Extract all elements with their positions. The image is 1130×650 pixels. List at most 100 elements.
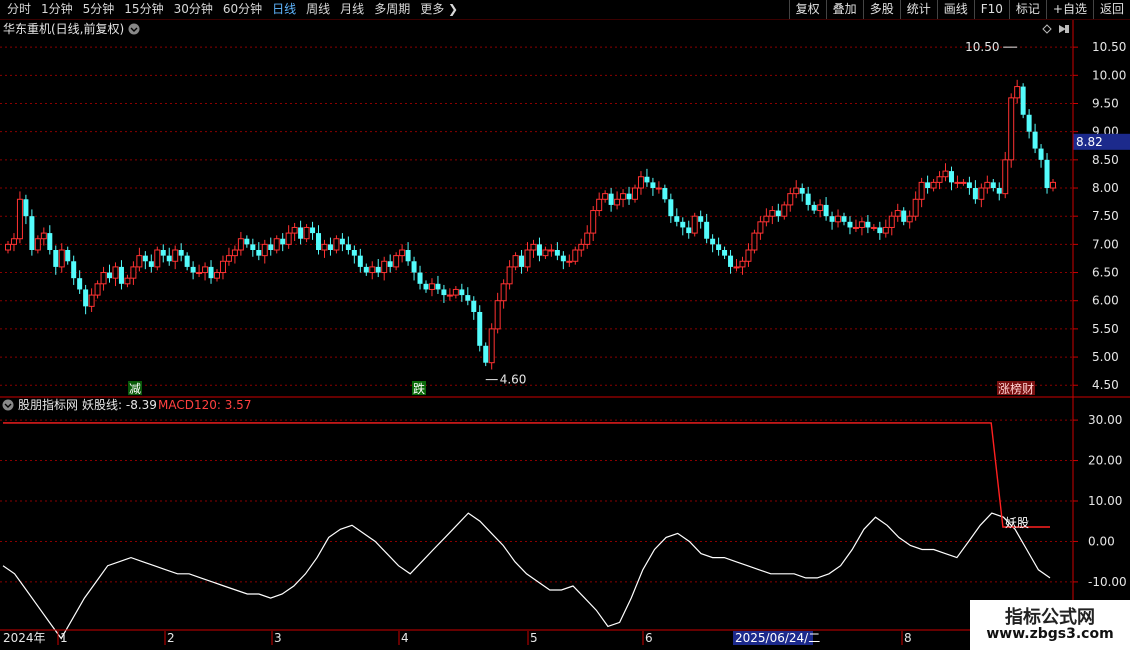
candle-body (40, 232, 47, 240)
candle-body (53, 250, 59, 267)
candle-body (225, 255, 232, 262)
candle-body (65, 250, 71, 262)
toolbar-button-8[interactable]: 返回 (1092, 0, 1130, 19)
candle-body (620, 193, 627, 200)
candle-body (94, 283, 101, 296)
low-label: 4.60 (500, 373, 527, 387)
diamond-icon[interactable] (1042, 24, 1052, 34)
high-label: 10.50 (965, 40, 999, 54)
candle-body (877, 227, 883, 234)
candle-body (990, 182, 996, 189)
marker-die[interactable]: 跌 (412, 381, 426, 396)
price-axis: 4.505.005.506.006.507.007.508.008.509.00… (1073, 40, 1126, 392)
price-tick-label: 6.50 (1092, 266, 1119, 280)
toolbar-button-6[interactable]: 标记 (1008, 0, 1046, 19)
title-dropdown-icon[interactable] (128, 23, 140, 35)
stock-chart[interactable]: 华东重机(日线,前复权) 4.50 5.00 5.50 6.00 6.50 7.00 7.5… (0, 20, 1130, 650)
candle-body (428, 283, 435, 290)
candle-body (381, 260, 388, 274)
scroll-right-icon[interactable] (1059, 25, 1066, 33)
indicator-settings-icon[interactable] (2, 399, 14, 411)
marker-zhangbangcai[interactable]: 涨榜财 (997, 381, 1035, 396)
candle-body (912, 198, 919, 217)
period-tab-6[interactable]: 日线 (267, 0, 301, 19)
candle-body (787, 193, 794, 206)
candle-body (662, 188, 668, 200)
candle-body (650, 182, 656, 189)
candle-body (763, 215, 770, 223)
marker-die-text: 跌 (413, 381, 425, 396)
candle-body (1032, 131, 1038, 149)
candle-body (130, 266, 137, 279)
macd120-line (3, 422, 1050, 528)
candle-body (781, 204, 788, 217)
toolbar-button-2[interactable]: 多股 (862, 0, 900, 19)
period-tab-9[interactable]: 多周期 (369, 0, 415, 19)
candle-body (136, 255, 143, 268)
candle-body (166, 255, 172, 262)
period-tab-4[interactable]: 30分钟 (169, 0, 218, 19)
candle-body (710, 238, 716, 245)
candle-body (512, 255, 519, 268)
period-tab-10[interactable]: 更多 ❯ (415, 0, 463, 19)
toolbar-button-4[interactable]: 画线 (936, 0, 974, 19)
candle-body (321, 243, 328, 251)
candle-body (1026, 114, 1032, 132)
candle-body (256, 250, 262, 256)
price-tick-label: 8.50 (1092, 153, 1119, 167)
candlesticks (5, 79, 1056, 370)
candle-body (698, 216, 704, 222)
period-tab-8[interactable]: 月线 (335, 0, 369, 19)
candle-body (530, 243, 537, 251)
candle-body (584, 232, 591, 245)
toolbar-button-3[interactable]: 统计 (899, 0, 937, 19)
yaogu-annotation: 妖股 (1005, 516, 1029, 530)
candle-body (674, 216, 680, 222)
candle-body (88, 294, 95, 307)
date-highlight: 2025/06/24/二 (735, 631, 820, 645)
candle-body (554, 250, 560, 256)
candle-body (524, 249, 531, 268)
candle-body (984, 181, 991, 189)
candle-body (345, 244, 351, 250)
price-tick-label: 6.00 (1092, 294, 1119, 308)
period-tab-7[interactable]: 周线 (301, 0, 335, 19)
candle-body (387, 261, 393, 267)
candle-body (351, 250, 357, 256)
candle-body (214, 272, 220, 279)
toolbar-button-7[interactable]: +自选 (1045, 0, 1093, 19)
candle-body (273, 238, 280, 251)
period-tab-3[interactable]: 15分钟 (119, 0, 168, 19)
watermark-url: www.zbgs3.com (986, 626, 1114, 642)
toolbar-button-1[interactable]: 叠加 (825, 0, 863, 19)
period-tab-1[interactable]: 1分钟 (36, 0, 78, 19)
period-tab-0[interactable]: 分时 (2, 0, 36, 19)
candle-body (918, 181, 925, 200)
scroll-end-icon[interactable] (1065, 25, 1069, 33)
candle-body (644, 176, 650, 183)
candle-body (459, 289, 465, 296)
indicator-line2-label: MACD120: 3.57 (158, 398, 251, 412)
marker-jian[interactable]: 减 (128, 381, 142, 396)
candle-body (303, 226, 310, 240)
candle-body (244, 238, 250, 245)
toolbar: 分时 1分钟 5分钟 15分钟 30分钟 60分钟 日线 周线 月线 多周期 更多 ❯ 复权 叠加 多股… (0, 0, 1130, 20)
candle-body (16, 198, 23, 240)
candle-body (775, 210, 781, 217)
candle-body (399, 249, 406, 257)
toolbar-button-0[interactable]: 复权 (788, 0, 826, 19)
candle-body (483, 345, 489, 363)
candle-body (1014, 86, 1021, 99)
indicator-axis: -10.00 0.00 10.00 20.00 30.00 (1073, 413, 1127, 589)
candle-body (435, 283, 441, 290)
candle-body (751, 232, 758, 251)
price-tick-label: 5.50 (1092, 322, 1119, 336)
toolbar-button-5[interactable]: F10 (973, 0, 1009, 19)
price-tick-label: 5.00 (1092, 350, 1119, 364)
candle-body (465, 295, 471, 301)
candle-body (811, 204, 817, 211)
period-tab-5[interactable]: 60分钟 (218, 0, 267, 19)
candle-body (1050, 181, 1056, 189)
candle-body (972, 188, 978, 200)
period-tab-2[interactable]: 5分钟 (78, 0, 120, 19)
